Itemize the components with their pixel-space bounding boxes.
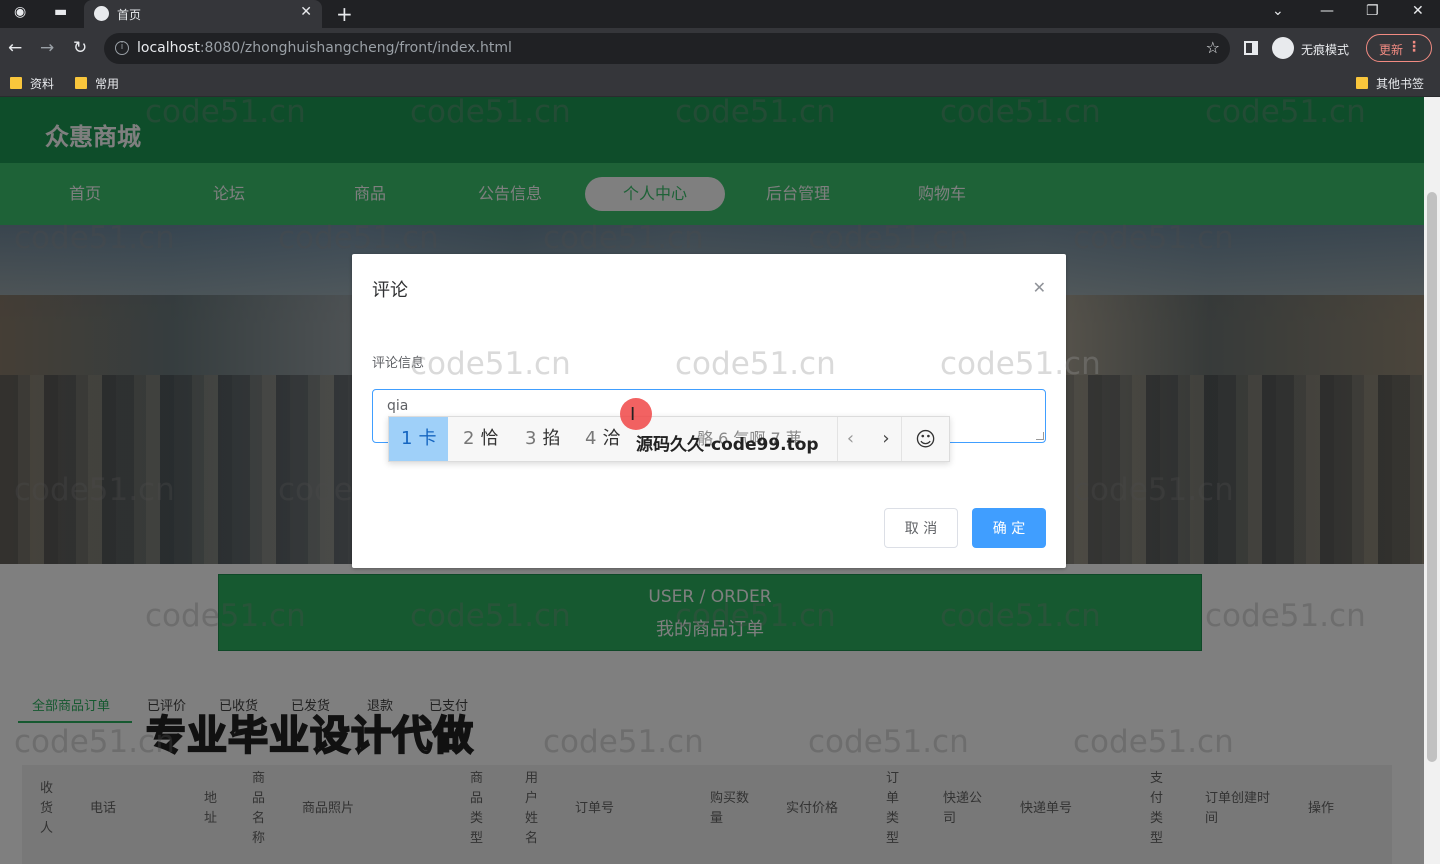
- folder-icon: [10, 77, 22, 89]
- back-icon[interactable]: ←: [8, 38, 22, 58]
- close-icon[interactable]: ✕: [1033, 278, 1046, 297]
- browser-menu-icon[interactable]: ◉: [14, 4, 26, 20]
- tab-title: 首页: [117, 8, 142, 22]
- site-info-icon[interactable]: i: [115, 41, 129, 55]
- bookmark-star-icon[interactable]: ☆: [1206, 38, 1220, 57]
- browser-tab-bar: ◉ ▬ 首页 ✕ + ⌄ — ❐ ✕: [0, 0, 1440, 28]
- ime-candidate[interactable]: 3掐: [513, 417, 572, 461]
- url-text[interactable]: localhost:8080/zhonghuishangcheng/front/…: [137, 40, 512, 56]
- textarea-resize-handle[interactable]: [1036, 432, 1044, 440]
- overlay-watermark-text: 源码久久-code99.top: [636, 435, 819, 455]
- click-indicator: [620, 398, 652, 430]
- text-cursor-icon: I: [630, 404, 636, 425]
- globe-icon: [94, 6, 109, 21]
- tab-search-icon[interactable]: ▬: [54, 4, 67, 20]
- close-tab-icon[interactable]: ✕: [300, 4, 312, 20]
- emoji-icon[interactable]: ☺: [901, 417, 949, 461]
- ime-prev-icon[interactable]: ‹: [837, 417, 863, 461]
- dialog-title: 评论: [372, 280, 408, 301]
- tab-list-icon[interactable]: ⌄: [1272, 3, 1284, 19]
- folder-icon: [75, 77, 87, 89]
- comment-field-label: 评论信息: [372, 356, 425, 371]
- reload-icon[interactable]: ↻: [73, 38, 87, 58]
- folder-icon: [1356, 77, 1368, 89]
- address-bar[interactable]: i localhost:8080/zhonghuishangcheng/fron…: [104, 33, 1230, 64]
- ime-candidate[interactable]: 1卡: [389, 417, 449, 461]
- page-scrollbar[interactable]: [1424, 97, 1440, 864]
- restore-icon[interactable]: ❐: [1366, 3, 1379, 19]
- ime-next-icon[interactable]: ›: [873, 417, 899, 461]
- browser-toolbar: ← → ↻ i localhost:8080/zhonghuishangchen…: [0, 28, 1440, 69]
- bookmark-folder-ziliao[interactable]: 资料: [10, 75, 54, 92]
- other-bookmarks[interactable]: 其他书签: [1356, 75, 1424, 92]
- incognito-icon: [1272, 37, 1294, 59]
- cancel-button[interactable]: 取 消: [884, 508, 958, 548]
- incognito-label: 无痕模式: [1301, 43, 1350, 57]
- scrollbar-thumb[interactable]: [1427, 192, 1437, 762]
- update-button[interactable]: 更新 ⋮: [1366, 34, 1432, 62]
- close-window-icon[interactable]: ✕: [1412, 3, 1424, 19]
- confirm-button[interactable]: 确 定: [972, 508, 1046, 548]
- minimize-icon[interactable]: —: [1320, 3, 1334, 19]
- new-tab-icon[interactable]: +: [336, 2, 353, 26]
- forward-icon[interactable]: →: [40, 38, 54, 58]
- browser-tab[interactable]: 首页 ✕: [84, 0, 322, 28]
- side-panel-icon[interactable]: [1244, 41, 1258, 55]
- more-menu-icon: ⋮: [1407, 39, 1421, 55]
- bookmarks-bar: 资料 常用 其他书签: [0, 69, 1440, 97]
- ime-candidate[interactable]: 2恰: [451, 417, 510, 461]
- comment-dialog: 评论 ✕ 评论信息 qia 取 消 确 定: [352, 254, 1066, 568]
- bookmark-folder-changyong[interactable]: 常用: [75, 75, 119, 92]
